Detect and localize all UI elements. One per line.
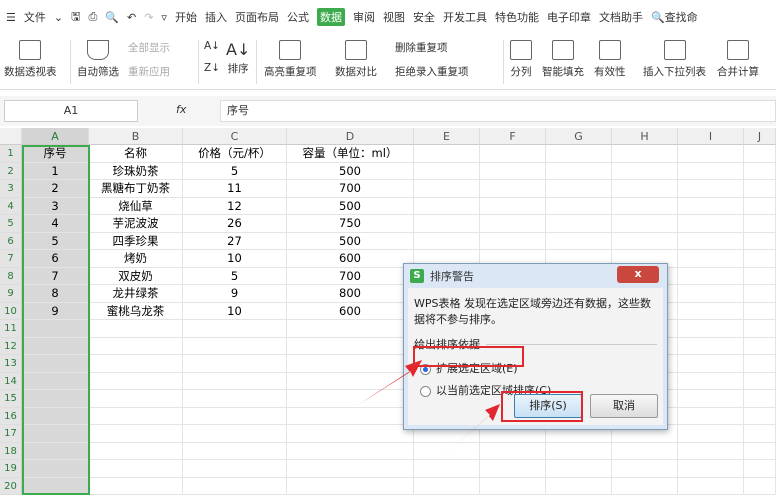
annotation-arrows xyxy=(358,360,500,458)
red-arrow xyxy=(440,404,500,458)
red-arrow xyxy=(358,360,422,405)
